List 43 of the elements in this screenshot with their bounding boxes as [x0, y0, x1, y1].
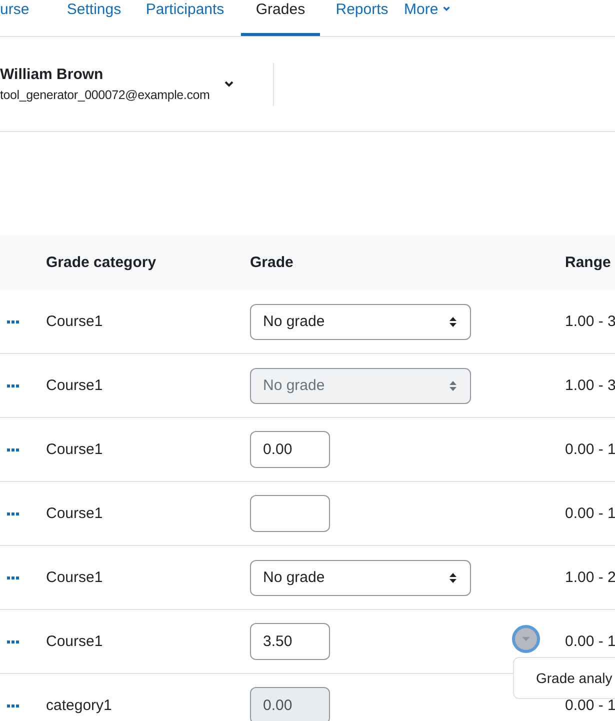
column-header: Grade	[250, 254, 294, 271]
menu-item[interactable]: Grade analy	[536, 670, 612, 686]
sort-arrows-icon	[448, 378, 458, 392]
category-name: Course1	[46, 569, 103, 586]
more-icon[interactable]	[7, 384, 19, 388]
category-name: Course1	[46, 313, 103, 330]
action-button[interactable]	[512, 625, 540, 653]
grade-range: 0.00 - 1	[565, 505, 615, 522]
nav-tab[interactable]: Participants	[145, 0, 225, 36]
nav-tab[interactable]: Settings	[59, 0, 129, 36]
category-name: Course1	[46, 633, 103, 650]
grade-range: 1.00 - 3	[565, 377, 615, 394]
grade-select[interactable]: No grade	[250, 560, 471, 596]
grade-range: 1.00 - 3	[565, 313, 615, 330]
grade-range: 0.00 - 1	[565, 697, 615, 714]
more-icon[interactable]	[7, 576, 19, 580]
more-icon[interactable]	[7, 320, 19, 324]
sort-arrows-icon	[448, 314, 458, 328]
grade-input[interactable]	[250, 495, 330, 532]
grade-input[interactable]: 3.50	[250, 623, 330, 660]
nav-tab[interactable]: Grades	[241, 0, 320, 36]
nav-tab[interactable]: urse	[0, 0, 43, 36]
grade-input[interactable]: 0.00	[250, 431, 330, 468]
more-icon[interactable]	[7, 512, 19, 516]
category-name: Course1	[46, 441, 103, 458]
grade-range: 0.00 - 1	[565, 633, 615, 650]
category-name: category1	[46, 697, 112, 714]
category-name: Course1	[46, 377, 103, 394]
more-icon[interactable]	[7, 640, 19, 644]
grade-select[interactable]: No grade	[250, 304, 471, 340]
grade-range: 0.00 - 1	[565, 441, 615, 458]
grade-range: 1.00 - 2	[565, 569, 615, 586]
user-name: William Brown	[0, 66, 104, 83]
more-icon[interactable]	[7, 448, 19, 452]
nav-tab[interactable]: Reports	[336, 0, 388, 36]
column-header: Grade category	[46, 254, 158, 271]
nav-tab[interactable]: More	[404, 0, 452, 36]
more-icon[interactable]	[7, 704, 19, 708]
column-header: Range	[565, 254, 612, 271]
caret-icon	[521, 636, 531, 642]
sort-arrows-icon	[448, 570, 458, 584]
user-email: tool_generator_000072@example.com	[0, 88, 211, 102]
category-name: Course1	[46, 505, 103, 522]
